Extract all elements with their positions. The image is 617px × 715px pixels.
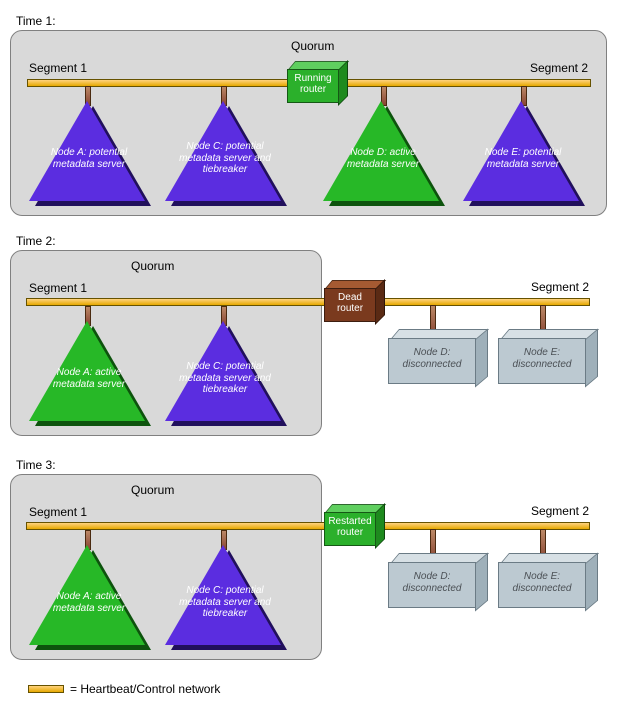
node-label: Node C: potential metadata server and ti… (177, 585, 273, 620)
legend-text: = Heartbeat/Control network (70, 682, 220, 696)
time2-node-d: Node D: disconnected (388, 338, 476, 384)
time3-container: Quorum Segment 1 Node A: active metadata… (10, 474, 607, 674)
time2-quorum: Quorum (131, 259, 174, 273)
node-label: Node E: potential metadata server (475, 147, 571, 170)
node-label: Node A: potential metadata server (41, 147, 137, 170)
time1-node-d: Node D: active metadata server (323, 101, 443, 201)
time3-node-e: Node E: disconnected (498, 562, 586, 608)
time1-node-a: Node A: potential metadata server (29, 101, 149, 201)
time3-node-d: Node D: disconnected (388, 562, 476, 608)
legend: = Heartbeat/Control network (28, 682, 607, 696)
time2-node-a: Node A: active metadata server (29, 321, 149, 421)
node-label: Node A: active metadata server (41, 591, 137, 614)
time3-router: Restarted router (324, 512, 376, 546)
node-label: Node A: active metadata server (41, 367, 137, 390)
router-label: Running router (287, 69, 339, 103)
time1-seg2: Segment 2 (530, 61, 588, 75)
node-label: Node D: disconnected (388, 338, 476, 384)
time3-seg2: Segment 2 (531, 504, 589, 518)
time1-router: Running router (287, 69, 339, 103)
time3-seg1: Segment 1 (29, 505, 87, 519)
node-label: Node D: disconnected (388, 562, 476, 608)
router-label: Restarted router (324, 512, 376, 546)
time1-label: Time 1: (16, 14, 607, 28)
time3-node-c: Node C: potential metadata server and ti… (165, 545, 285, 645)
time2-seg1: Segment 1 (29, 281, 87, 295)
time3-node-a: Node A: active metadata server (29, 545, 149, 645)
time1-quorum: Quorum (291, 39, 334, 53)
router-label: Dead router (324, 288, 376, 322)
time1-node-e: Node E: potential metadata server (463, 101, 583, 201)
time3-quorum: Quorum (131, 483, 174, 497)
time2-router: Dead router (324, 288, 376, 322)
node-label: Node D: active metadata server (335, 147, 431, 170)
time2-panel: Quorum Segment 1 Node A: active metadata… (10, 250, 322, 436)
time2-label: Time 2: (16, 234, 607, 248)
time1-node-c: Node C: potential metadata server and ti… (165, 101, 285, 201)
time1-seg1: Segment 1 (29, 61, 87, 75)
time2-seg2: Segment 2 (531, 280, 589, 294)
time2-container: Quorum Segment 1 Node A: active metadata… (10, 250, 607, 450)
time2-node-c: Node C: potential metadata server and ti… (165, 321, 285, 421)
legend-swatch (28, 685, 64, 693)
time1-panel: Quorum Segment 1 Segment 2 Running route… (10, 30, 607, 216)
time3-network-bar (26, 522, 590, 530)
time2-network-bar (26, 298, 590, 306)
time3-panel: Quorum Segment 1 Node A: active metadata… (10, 474, 322, 660)
node-label: Node E: disconnected (498, 338, 586, 384)
time2-node-e: Node E: disconnected (498, 338, 586, 384)
node-label: Node C: potential metadata server and ti… (177, 361, 273, 396)
time3-label: Time 3: (16, 458, 607, 472)
node-label: Node C: potential metadata server and ti… (177, 141, 273, 176)
node-label: Node E: disconnected (498, 562, 586, 608)
